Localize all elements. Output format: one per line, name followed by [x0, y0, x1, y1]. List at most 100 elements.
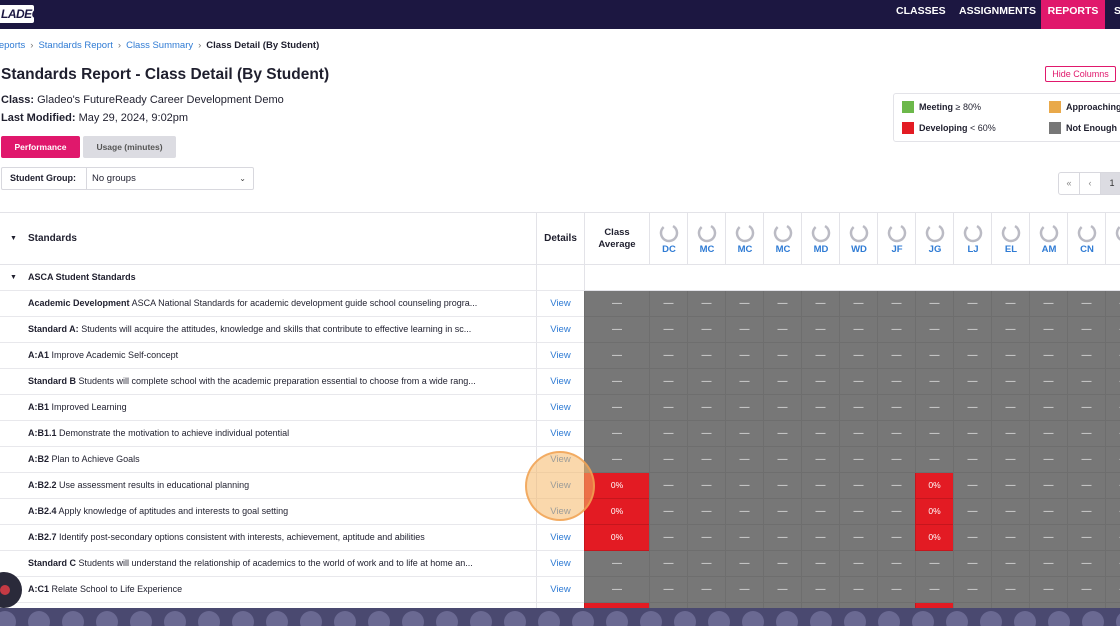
standards-group-row[interactable]: ▼ ASCA Student Standards	[0, 265, 536, 291]
student-score-cell: —	[877, 421, 915, 447]
student-score-cell: —	[763, 473, 801, 499]
page-prev-button[interactable]: ‹	[1080, 173, 1101, 194]
decorative-dot	[504, 611, 526, 626]
standard-row-label: A:B1 Improved Learning	[0, 395, 536, 421]
student-score-cell: —	[687, 291, 725, 317]
student-score-cell: —	[649, 577, 687, 603]
view-details-link[interactable]: View	[536, 525, 584, 551]
decorative-dot	[198, 611, 220, 626]
student-score-cell: —	[953, 421, 991, 447]
student-score-cell: —	[1067, 343, 1105, 369]
student-column-header[interactable]: WD	[839, 213, 877, 265]
student-column-header[interactable]: LJ	[953, 213, 991, 265]
view-details-link[interactable]: View	[536, 317, 584, 343]
student-initials: MC	[699, 244, 715, 255]
page-first-button[interactable]: «	[1059, 173, 1080, 194]
view-details-link[interactable]: View	[536, 343, 584, 369]
student-avatar-icon	[735, 223, 755, 243]
view-details-link[interactable]: View	[536, 395, 584, 421]
class-average-cell: 0%	[584, 499, 649, 525]
legend-swatch	[1049, 122, 1061, 134]
student-avatar-icon	[659, 223, 679, 243]
student-column-header[interactable]: AM	[1029, 213, 1067, 265]
decorative-dot	[640, 611, 662, 626]
view-details-link[interactable]: View	[536, 291, 584, 317]
student-score-cell: —	[915, 421, 953, 447]
top-nav: LADEO CLASSES ASSIGNMENTS REPORTS S	[0, 0, 1120, 29]
student-column-header[interactable]: MC	[725, 213, 763, 265]
view-details-link[interactable]: View	[536, 421, 584, 447]
breadcrumb-class-summary[interactable]: Class Summary	[126, 40, 193, 51]
tab-performance[interactable]: Performance	[1, 136, 80, 158]
student-score-cell: —	[1105, 499, 1120, 525]
student-score-cell: —	[839, 473, 877, 499]
chevron-down-icon: ⌄	[239, 174, 246, 183]
breadcrumb-separator: ›	[30, 40, 34, 51]
page-current[interactable]: 1	[1101, 173, 1120, 194]
standard-row-label: A:B2.7 Identify post-secondary options c…	[0, 525, 536, 551]
student-group-label: Student Group:	[10, 173, 76, 183]
student-column-header[interactable]: MC	[687, 213, 725, 265]
student-initials: EL	[1004, 244, 1018, 255]
standards-column-header[interactable]: ▼ Standards	[0, 213, 536, 265]
nav-reports[interactable]: REPORTS	[1041, 0, 1105, 29]
student-group-value[interactable]: No groups ⌄	[86, 168, 254, 189]
view-details-link[interactable]: View	[536, 577, 584, 603]
student-initials: LJ	[967, 244, 979, 255]
student-score-cell: —	[991, 551, 1029, 577]
student-column-header[interactable]: MC	[763, 213, 801, 265]
class-average-cell: —	[584, 395, 649, 421]
breadcrumb-reports[interactable]: Reports	[0, 40, 25, 51]
student-score-cell: —	[649, 421, 687, 447]
decorative-dot	[96, 611, 118, 626]
student-column-header[interactable]: JG	[915, 213, 953, 265]
view-details-link[interactable]: View	[536, 551, 584, 577]
student-score-cell: —	[1029, 421, 1067, 447]
standard-row-label: Standard A: Students will acquire the at…	[0, 317, 536, 343]
student-score-cell: —	[801, 369, 839, 395]
student-score-cell: —	[1105, 291, 1120, 317]
page-title: Standards Report - Class Detail (By Stud…	[1, 66, 330, 83]
tab-usage[interactable]: Usage (minutes)	[83, 136, 176, 158]
nav-assignments[interactable]: ASSIGNMENTS	[959, 0, 1036, 29]
collapse-caret-icon[interactable]: ▼	[10, 213, 17, 265]
decorative-dot	[572, 611, 594, 626]
student-column-header[interactable]: DC	[649, 213, 687, 265]
breadcrumb-standards-report[interactable]: Standards Report	[38, 40, 112, 51]
footer-background	[0, 608, 1120, 626]
view-details-link[interactable]: View	[536, 369, 584, 395]
student-score-cell: —	[687, 421, 725, 447]
student-score-cell: —	[649, 525, 687, 551]
class-average-cell: —	[584, 343, 649, 369]
student-score-cell: —	[915, 369, 953, 395]
student-score-cell: —	[725, 525, 763, 551]
student-column-header[interactable]: JF	[877, 213, 915, 265]
legend-approaching: Approaching	[1049, 101, 1120, 113]
nav-classes[interactable]: CLASSES	[896, 0, 946, 29]
collapse-caret-icon[interactable]: ▼	[10, 265, 17, 290]
app-logo[interactable]: LADEO	[0, 5, 34, 23]
student-score-cell: —	[801, 499, 839, 525]
student-column-header[interactable]: MD	[801, 213, 839, 265]
student-column-header[interactable]: EL	[991, 213, 1029, 265]
nav-overflow[interactable]: S	[1114, 0, 1120, 29]
student-initials: JF	[891, 244, 903, 255]
student-column-header[interactable]: J	[1105, 213, 1120, 265]
student-score-cell: —	[1067, 369, 1105, 395]
hide-columns-button[interactable]: Hide Columns	[1045, 66, 1116, 82]
student-column-header[interactable]: CN	[1067, 213, 1105, 265]
standard-row-label: Standard C Students will understand the …	[0, 551, 536, 577]
student-score-cell: —	[915, 291, 953, 317]
student-score-cell: —	[1067, 473, 1105, 499]
decorative-dot	[1014, 611, 1036, 626]
decorative-dot	[980, 611, 1002, 626]
class-label: Class:	[1, 94, 35, 106]
details-column-header: Details	[536, 213, 584, 265]
student-score-cell: —	[839, 291, 877, 317]
student-score-cell: —	[763, 447, 801, 473]
student-score-cell: —	[839, 551, 877, 577]
student-score-cell: —	[877, 317, 915, 343]
student-group-select[interactable]: Student Group: No groups ⌄	[1, 167, 254, 190]
decorative-dot	[708, 611, 730, 626]
click-indicator	[525, 451, 595, 521]
